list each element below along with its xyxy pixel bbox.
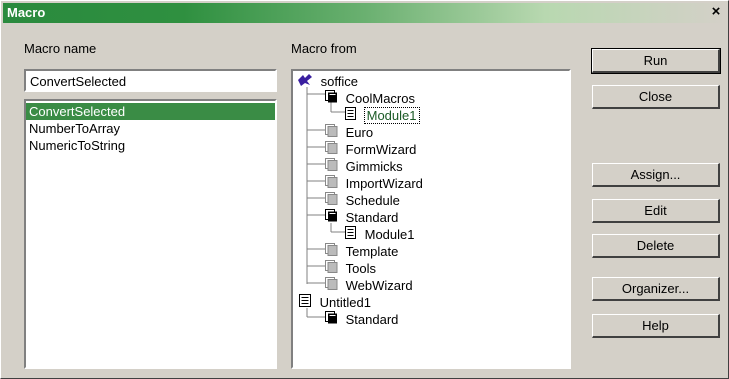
tree-item-label: Tools (345, 261, 376, 277)
tree-item-label: Untitled1 (319, 295, 371, 311)
tree-item-template[interactable]: Template (325, 242, 398, 259)
tree-item-label: soffice (320, 74, 358, 90)
macro-name-field[interactable] (24, 69, 277, 92)
macro-name-input[interactable] (26, 72, 274, 90)
library-icon (325, 175, 338, 192)
tree-item-label: Gimmicks (345, 159, 403, 175)
list-item[interactable]: NumericToString (26, 137, 275, 154)
tree-item-label: Standard (345, 312, 399, 328)
tree-item-label: Schedule (345, 193, 400, 209)
library-icon (325, 209, 338, 226)
delete-button[interactable]: Delete (592, 234, 720, 258)
tree-item-module1[interactable]: Module1 (345, 225, 415, 242)
tree-item-label: WebWizard (345, 278, 413, 294)
library-icon (325, 243, 338, 260)
tree-item-euro[interactable]: Euro (325, 123, 373, 140)
close-button[interactable]: Close (592, 85, 720, 109)
tree-item-label: Module1 (364, 227, 415, 243)
tree-item-label: Euro (345, 125, 374, 141)
library-icon (325, 158, 338, 175)
tree-item-tools[interactable]: Tools (325, 259, 376, 276)
library-icon (325, 260, 338, 277)
organizer-button[interactable]: Organizer... (592, 277, 720, 301)
tree-item-label: Standard (345, 210, 399, 226)
tree-item-label: FormWizard (345, 142, 417, 158)
tree-item-label: ImportWizard (345, 176, 423, 192)
tree-item-untitled-standard[interactable]: Standard (325, 310, 398, 327)
edit-button[interactable]: Edit (592, 199, 720, 223)
library-icon (325, 90, 338, 107)
close-icon[interactable]: × (708, 4, 724, 20)
library-icon (325, 124, 338, 141)
tree-item-soffice[interactable]: soffice (297, 72, 358, 89)
window-title: Macro (7, 5, 46, 20)
document-icon (299, 293, 312, 312)
help-button[interactable]: Help (592, 314, 720, 338)
libraries-root-icon (297, 73, 313, 91)
tree-item-untitled1[interactable]: Untitled1 (299, 293, 371, 310)
library-icon (325, 277, 338, 294)
tree-item-webwizard[interactable]: WebWizard (325, 276, 413, 293)
tree-item-label: Template (345, 244, 399, 260)
module-icon (345, 107, 357, 124)
tree-item-gimmicks[interactable]: Gimmicks (325, 157, 403, 174)
macro-dialog: Macro × Macro name ConvertSelected Numbe… (0, 0, 729, 379)
macro-list[interactable]: ConvertSelected NumberToArray NumericToS… (24, 99, 277, 369)
library-icon (325, 141, 338, 158)
library-icon (325, 192, 338, 209)
list-item[interactable]: NumberToArray (26, 120, 275, 137)
title-bar[interactable]: Macro × (3, 3, 726, 23)
run-button[interactable]: Run (591, 48, 721, 74)
macro-from-label: Macro from (291, 41, 357, 56)
tree-item-schedule[interactable]: Schedule (325, 191, 400, 208)
list-item[interactable]: ConvertSelected (26, 103, 275, 120)
assign-button[interactable]: Assign... (592, 163, 720, 187)
macro-name-label: Macro name (24, 41, 97, 56)
module-icon (345, 226, 357, 243)
tree-item-label: CoolMacros (345, 91, 415, 107)
library-icon (325, 311, 338, 328)
tree-item-coolmacros[interactable]: CoolMacros (325, 89, 415, 106)
macro-library-tree[interactable]: soffice CoolMacros Module1 Euro FormWiza (291, 69, 571, 369)
tree-item-importwizard[interactable]: ImportWizard (325, 174, 423, 191)
tree-item-standard[interactable]: Standard (325, 208, 398, 225)
tree-item-module1-selected[interactable]: Module1 (345, 106, 420, 125)
tree-item-label: Module1 (363, 107, 420, 125)
tree-item-formwizard[interactable]: FormWizard (325, 140, 416, 157)
